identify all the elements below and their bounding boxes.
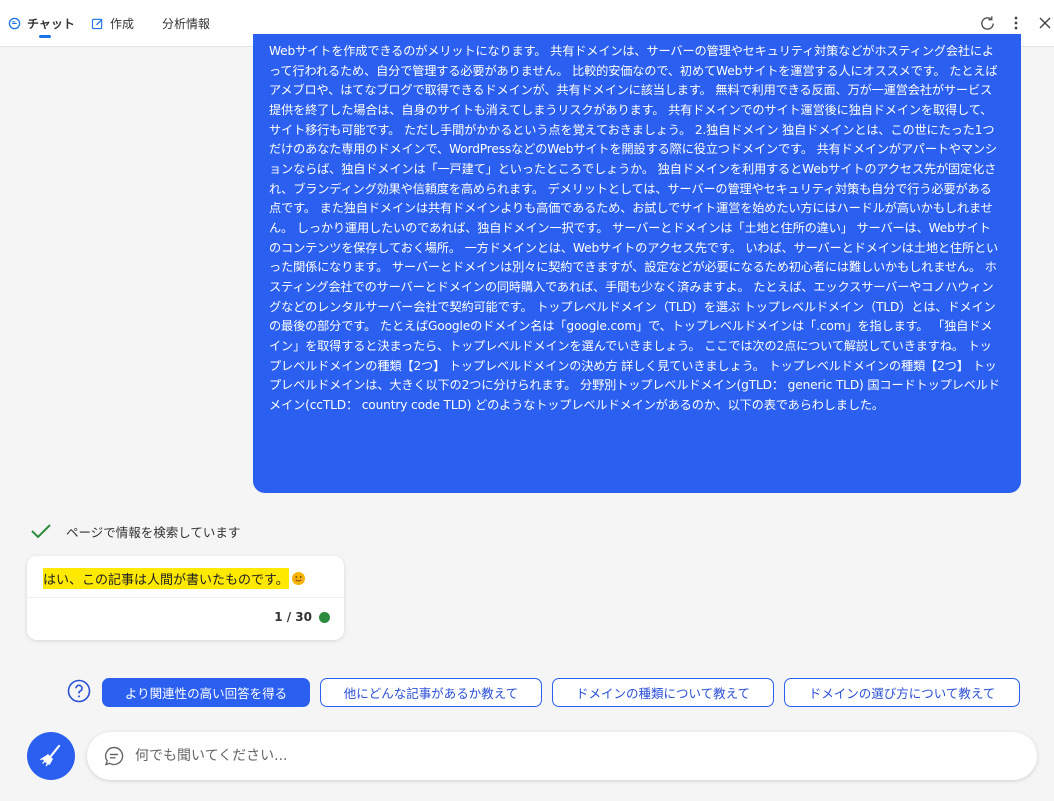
- compose-icon: [91, 17, 104, 30]
- suggestion-label: より関連性の高い回答を得る: [124, 686, 288, 701]
- card-divider: [27, 597, 344, 598]
- suggestion-button-domain-types[interactable]: ドメインの種類について教えて: [552, 678, 774, 707]
- chat-input[interactable]: [135, 748, 1037, 764]
- status-dot: [319, 611, 330, 623]
- suggestion-button-other-articles[interactable]: 他にどんな記事があるか教えて: [320, 678, 542, 707]
- suggestion-label: ドメインの選び方について教えて: [808, 686, 996, 701]
- help-icon[interactable]: [67, 679, 91, 707]
- suggestion-label: ドメインの種類について教えて: [575, 686, 750, 701]
- checkmark-icon: [30, 523, 52, 539]
- response-counter: 1 / 30: [274, 610, 330, 624]
- bot-answer: はい、この記事は人間が書いたものです。: [43, 567, 305, 589]
- suggestion-button-better-answer[interactable]: より関連性の高い回答を得る: [102, 678, 310, 707]
- new-topic-button[interactable]: [27, 732, 75, 780]
- user-message-text: Webサイトを作成できるのがメリットになります。 共有ドメインは、サーバーの管理…: [269, 44, 1000, 412]
- active-tab-indicator: [39, 35, 51, 38]
- tab-compose-label: 作成: [110, 17, 135, 31]
- bot-response-card: はい、この記事は人間が書いたものです。 1 / 30: [27, 556, 344, 640]
- more-icon[interactable]: [1011, 14, 1021, 32]
- chat-input-container[interactable]: [87, 732, 1037, 780]
- search-status-text: ページで情報を検索しています: [66, 524, 241, 540]
- refresh-icon[interactable]: [978, 14, 996, 32]
- broom-icon: [38, 743, 64, 769]
- bot-answer-text: はい、この記事は人間が書いたものです。: [43, 567, 289, 589]
- close-icon[interactable]: [1037, 14, 1053, 32]
- tab-chat[interactable]: チャット: [8, 0, 75, 47]
- suggestion-label: 他にどんな記事があるか教えて: [343, 686, 519, 701]
- chat-icon: [8, 17, 21, 30]
- tab-compose[interactable]: 作成: [91, 0, 134, 47]
- tab-insights-label: 分析情報: [162, 17, 211, 31]
- search-status: ページで情報を検索しています: [30, 520, 240, 542]
- user-message-bubble: Webサイトを作成できるのがメリットになります。 共有ドメインは、サーバーの管理…: [253, 34, 1021, 493]
- smiling-face-emoji-icon: [291, 571, 305, 585]
- chat-bubble-icon: [103, 745, 125, 767]
- suggestion-button-domain-selection[interactable]: ドメインの選び方について教えて: [784, 678, 1020, 707]
- tab-chat-label: チャット: [27, 17, 75, 31]
- response-counter-text: 1 / 30: [274, 610, 312, 624]
- tab-insights[interactable]: 分析情報: [162, 0, 210, 47]
